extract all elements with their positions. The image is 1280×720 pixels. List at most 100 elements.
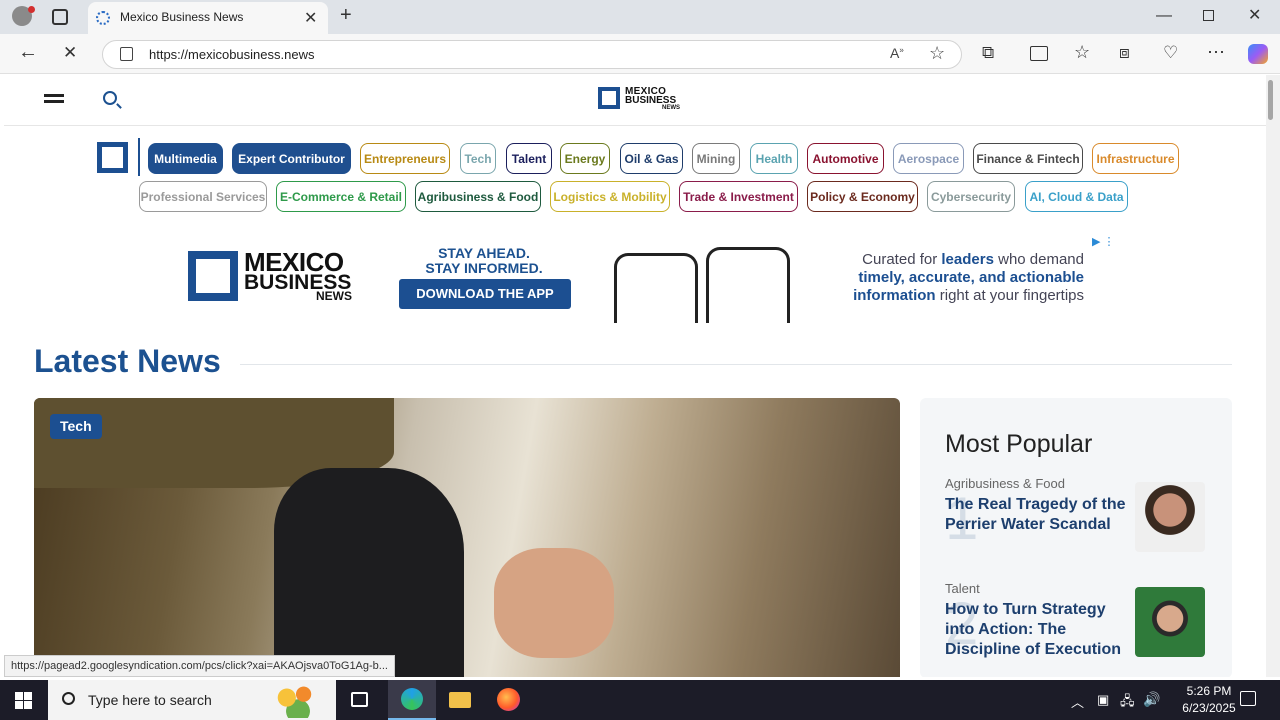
site-info-icon[interactable]	[120, 47, 133, 61]
edge-taskbar-icon[interactable]	[388, 680, 436, 720]
category-pill-oil-gas[interactable]: Oil & Gas	[620, 143, 683, 174]
ad-copy-post: right at your fingertips	[935, 287, 1084, 304]
adchoices-icon[interactable]: ▶ ⋮	[1092, 235, 1115, 248]
category-pill-automotive[interactable]: Automotive	[807, 143, 884, 174]
ad-copy-pre: Curated for	[862, 251, 942, 268]
firefox-icon[interactable]	[497, 688, 520, 711]
back-icon[interactable]: ←	[18, 42, 38, 62]
category-pill-professional-services[interactable]: Professional Services	[139, 181, 267, 212]
ad-download-button[interactable]: DOWNLOAD THE APP	[399, 279, 571, 309]
tray-chevron-icon[interactable]: ︿	[1071, 692, 1084, 711]
category-pill-mining[interactable]: Mining	[692, 143, 740, 174]
category-pill-entrepreneurs[interactable]: Entrepreneurs	[360, 143, 450, 174]
tray-volume-icon[interactable]: 🔊	[1143, 691, 1160, 708]
tab-title: Mexico Business News	[120, 10, 244, 24]
task-view-icon[interactable]	[351, 692, 368, 707]
category-pill-tech[interactable]: Tech	[460, 143, 496, 174]
search-icon[interactable]	[103, 91, 117, 105]
site-logo[interactable]: MEXICO BUSINESS NEWS	[598, 86, 688, 112]
search-icon-handle	[116, 103, 122, 109]
taskbar-search-placeholder: Type here to search	[88, 692, 212, 708]
hero-article-image[interactable]: Tech	[34, 398, 900, 677]
category-pill-expert-contributor[interactable]: Expert Contributor	[232, 143, 351, 174]
split-screen-icon[interactable]	[1030, 46, 1048, 61]
hero-bag-shape	[274, 468, 464, 677]
taskbar-search-box[interactable]: Type here to search	[48, 680, 336, 720]
latest-news-title: Latest News	[34, 343, 221, 379]
loading-icon	[96, 11, 110, 25]
edge-logo-icon	[401, 688, 423, 710]
page-scrollbar[interactable]	[1266, 75, 1280, 677]
logo-mark-icon	[598, 87, 620, 109]
file-explorer-icon[interactable]	[449, 692, 471, 708]
category-pill-trade-investment[interactable]: Trade & Investment	[679, 181, 798, 212]
category-logo-mark-icon[interactable]	[97, 142, 128, 173]
tab-close-icon[interactable]: ✕	[304, 8, 317, 28]
start-button-icon[interactable]	[15, 692, 32, 709]
stop-loading-icon[interactable]: ✕	[63, 44, 77, 61]
hamburger-menu-icon[interactable]	[44, 94, 64, 103]
most-popular-title: Most Popular	[945, 430, 1093, 458]
more-menu-icon[interactable]: ⋯	[1207, 43, 1225, 61]
category-pill-energy[interactable]: Energy	[560, 143, 610, 174]
category-pill-agribusiness-food[interactable]: Agribusiness & Food	[415, 181, 541, 212]
page-scroll-thumb[interactable]	[1268, 80, 1273, 120]
popular-thumb-2[interactable]	[1135, 587, 1205, 657]
ad-logo-mark-icon	[188, 251, 238, 301]
category-pill-health[interactable]: Health	[750, 143, 798, 174]
ad-banner[interactable]: MEXICO BUSINESS NEWS STAY AHEAD. STAY IN…	[184, 233, 1118, 323]
browser-essentials-icon[interactable]: ♡	[1163, 44, 1178, 61]
popular-category-2[interactable]: Talent	[945, 581, 980, 596]
tray-network-icon[interactable]: 🖧	[1120, 692, 1135, 714]
popular-thumb-1[interactable]	[1135, 482, 1205, 552]
category-pill-finance-fintech[interactable]: Finance & Fintech	[973, 143, 1083, 174]
ad-headline-1: STAY AHEAD.	[438, 245, 530, 261]
extensions-icon[interactable]: ⧉	[982, 44, 994, 61]
restore-icon[interactable]	[1203, 10, 1214, 21]
minimize-icon[interactable]: —	[1156, 8, 1172, 24]
category-pill-cybersecurity[interactable]: Cybersecurity	[927, 181, 1015, 212]
hero-hand-shape	[494, 548, 614, 658]
popular-headline-2[interactable]: How to Turn Strategy into Action: The Di…	[945, 600, 1135, 660]
taskbar-search-icon	[62, 692, 75, 705]
category-pill-aerospace[interactable]: Aerospace	[893, 143, 964, 174]
category-pill-infrastructure[interactable]: Infrastructure	[1092, 143, 1179, 174]
search-highlight-tulips-icon	[270, 684, 326, 718]
copilot-icon[interactable]	[1248, 44, 1268, 64]
favorite-star-icon[interactable]: ☆	[929, 43, 945, 64]
tab-actions-icon[interactable]	[52, 9, 68, 25]
ad-copy-mid: who demand	[993, 251, 1084, 268]
address-bar[interactable]: https://mexicobusiness.news A» ☆	[102, 40, 962, 69]
category-pill-e-commerce-retail[interactable]: E-Commerce & Retail	[276, 181, 406, 212]
ad-logo-line3: NEWS	[316, 289, 352, 303]
ad-phone-mockup-1	[614, 253, 698, 323]
category-pill-policy-economy[interactable]: Policy & Economy	[807, 181, 918, 212]
tab-active[interactable]: Mexico Business News ✕	[88, 2, 328, 34]
favorites-icon[interactable]: ☆	[1074, 43, 1090, 61]
tray-time[interactable]: 5:26 PM	[1170, 684, 1248, 698]
category-pill-multimedia[interactable]: Multimedia	[148, 143, 223, 174]
ad-phone-mockup-2	[706, 247, 790, 323]
category-pill-logistics-mobility[interactable]: Logistics & Mobility	[550, 181, 670, 212]
hero-category-badge[interactable]: Tech	[50, 414, 102, 439]
popular-category-1[interactable]: Agribusiness & Food	[945, 476, 1065, 491]
collections-icon[interactable]: ⧈	[1119, 44, 1130, 61]
url-text[interactable]: https://mexicobusiness.news	[149, 47, 314, 62]
status-bar-url: https://pagead2.googlesyndication.com/pc…	[4, 655, 395, 677]
category-divider	[138, 138, 140, 176]
ad-copy: Curated for leaders who demand timely, a…	[824, 251, 1084, 305]
popular-headline-1[interactable]: The Real Tragedy of the Perrier Water Sc…	[945, 495, 1130, 535]
popular-item-1[interactable]: 1 Agribusiness & Food The Real Tragedy o…	[945, 476, 1215, 566]
latest-news-rule	[240, 364, 1232, 365]
most-popular-panel: Most Popular 1 Agribusiness & Food The R…	[920, 398, 1232, 677]
popular-item-2[interactable]: 2 Talent How to Turn Strategy into Actio…	[945, 581, 1215, 671]
site-header: MEXICO BUSINESS NEWS	[4, 75, 1266, 126]
close-window-icon[interactable]: ✕	[1248, 8, 1261, 24]
notification-center-icon[interactable]	[1240, 691, 1256, 706]
tray-device-icon[interactable]: ▣	[1097, 692, 1109, 708]
read-aloud-icon[interactable]: A»	[890, 45, 904, 61]
tab-strip: Mexico Business News ✕ + — ✕	[0, 0, 1280, 34]
category-pill-talent[interactable]: Talent	[506, 143, 552, 174]
category-pill-ai-cloud-data[interactable]: AI, Cloud & Data	[1025, 181, 1128, 212]
new-tab-icon[interactable]: +	[340, 5, 352, 25]
